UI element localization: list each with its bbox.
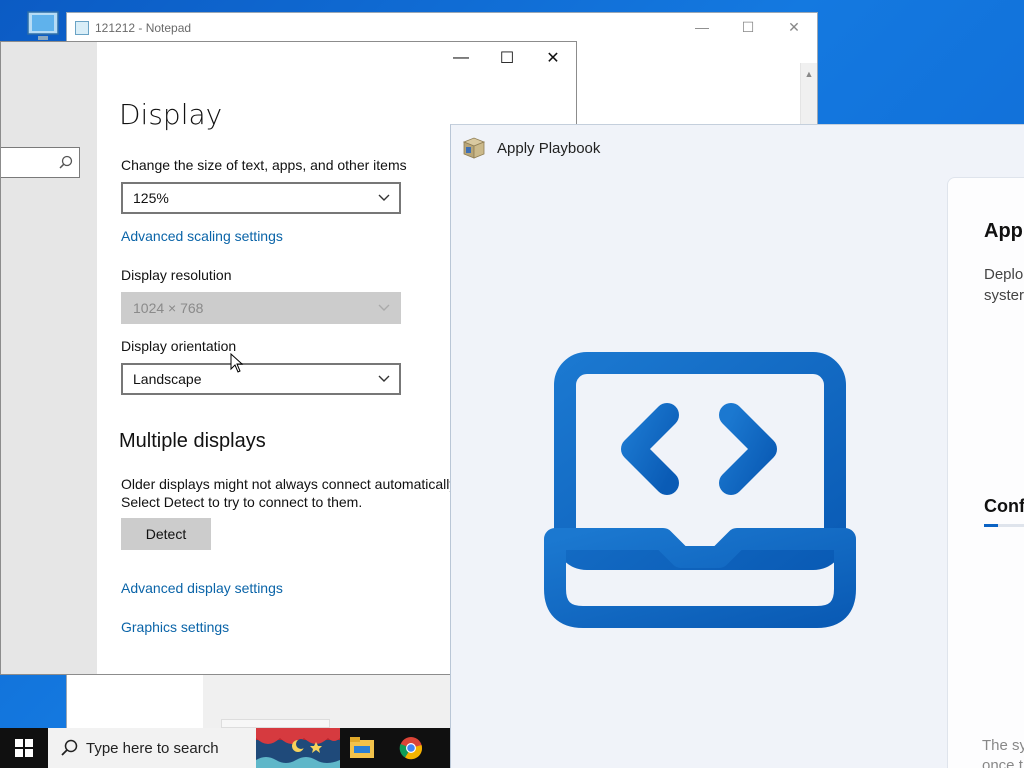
file-explorer-icon[interactable] <box>350 737 374 759</box>
mouse-cursor-icon <box>230 353 244 373</box>
settings-close-button[interactable]: ✕ <box>530 42 576 74</box>
page-title: Display <box>119 98 223 131</box>
advanced-display-link[interactable]: Advanced display settings <box>121 580 283 596</box>
settings-minimize-button[interactable]: — <box>438 42 484 74</box>
resolution-value: 1024 × 768 <box>133 300 204 316</box>
progress-fill <box>984 524 999 527</box>
apply-playbook-window[interactable]: Apply Playbook Appl Deplo syster Conf Th… <box>450 124 1024 768</box>
settings-search-input[interactable] <box>1 147 80 178</box>
footer-line1: The sy <box>982 737 1024 754</box>
start-button[interactable] <box>0 728 48 768</box>
scale-label: Change the size of text, apps, and other… <box>121 157 407 173</box>
notepad-title: 121212 - Notepad <box>95 21 192 35</box>
taskbar-search-placeholder: Type here to search <box>86 739 219 757</box>
playbook-info-card: Appl Deplo syster Conf The sy once t <box>947 177 1024 768</box>
multiple-displays-heading: Multiple displays <box>119 430 266 452</box>
progress-bar <box>984 524 1024 527</box>
this-pc-icon[interactable] <box>26 10 62 44</box>
settings-maximize-button[interactable]: ☐ <box>484 42 530 74</box>
laptop-code-icon <box>544 352 856 628</box>
notepad-close-button[interactable]: ✕ <box>771 13 817 41</box>
orientation-dropdown[interactable]: Landscape <box>121 363 401 395</box>
resolution-dropdown[interactable]: 1024 × 768 <box>121 292 401 324</box>
package-icon <box>462 137 486 159</box>
resolution-label: Display resolution <box>121 267 232 283</box>
windows-start-icon <box>15 739 33 757</box>
card-desc-line2: syster <box>984 287 1024 304</box>
orientation-label: Display orientation <box>121 338 237 354</box>
detect-button[interactable]: Detect <box>121 518 211 550</box>
chevron-down-icon <box>378 304 390 311</box>
settings-window-controls: — ☐ ✕ <box>438 42 576 74</box>
notepad-minimize-button[interactable]: — <box>679 13 725 41</box>
scale-dropdown[interactable]: 125% <box>121 182 401 214</box>
chrome-icon[interactable] <box>399 736 423 760</box>
scale-value: 125% <box>133 190 169 206</box>
notepad-thumbnail-strip <box>221 719 330 728</box>
advanced-scaling-link[interactable]: Advanced scaling settings <box>121 228 283 244</box>
card-footer-text: The sy once t <box>982 736 1024 768</box>
notepad-maximize-button[interactable]: ☐ <box>725 13 771 41</box>
notepad-window-controls: — ☐ ✕ <box>679 13 817 41</box>
settings-nav-pane <box>1 42 97 674</box>
multiple-displays-text: Older displays might not always connect … <box>121 476 460 510</box>
playbook-window-title: Apply Playbook <box>497 139 601 157</box>
taskbar-search-box[interactable]: Type here to search <box>48 728 256 768</box>
taskbar: Type here to search <box>0 728 450 768</box>
search-icon <box>59 155 73 169</box>
notepad-icon <box>75 21 89 35</box>
chevron-down-icon <box>378 194 390 201</box>
card-title: Appl <box>984 220 1024 242</box>
card-description: Deplo syster <box>984 264 1024 306</box>
chevron-down-icon <box>378 375 390 382</box>
graphics-settings-link[interactable]: Graphics settings <box>121 619 229 635</box>
scroll-up-icon[interactable]: ▲ <box>801 69 817 79</box>
search-highlight-icon[interactable] <box>256 728 340 768</box>
playbook-titlebar[interactable]: Apply Playbook <box>461 136 600 160</box>
orientation-value: Landscape <box>133 371 202 387</box>
card-desc-line1: Deplo <box>984 266 1024 283</box>
footer-line2: once t <box>982 757 1023 768</box>
section-title: Conf <box>984 496 1024 516</box>
search-icon <box>61 739 78 756</box>
